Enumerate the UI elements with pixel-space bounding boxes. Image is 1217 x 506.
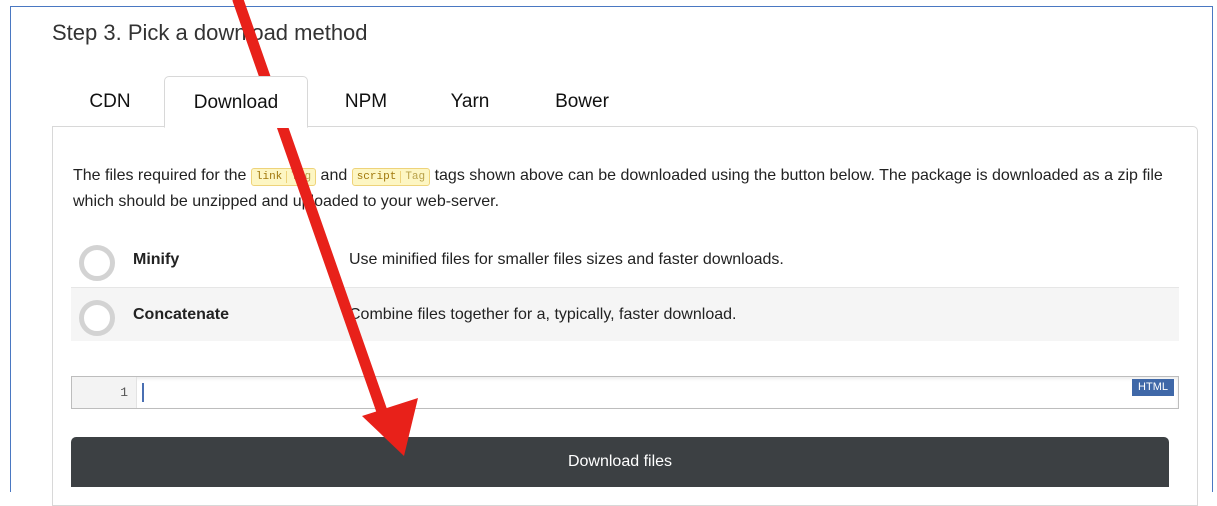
concatenate-toggle[interactable] [79, 300, 115, 336]
link-tag-code: link Tag [250, 168, 317, 186]
option-row-concatenate: Concatenate Combine files together for a… [71, 287, 1179, 341]
download-files-button[interactable]: Download files [71, 437, 1169, 487]
script-tag-name: script [356, 171, 397, 183]
download-method-tabs: CDN Download NPM Yarn Bower [52, 76, 1198, 128]
minify-toggle[interactable] [79, 245, 115, 281]
description-part-1: The files required for the [73, 167, 247, 184]
tab-bower[interactable]: Bower [534, 76, 630, 127]
download-panel: The files required for the link Tag and s… [52, 126, 1198, 506]
link-tag-label: Tag [286, 171, 316, 183]
tab-npm[interactable]: NPM [318, 76, 414, 127]
minify-label: Minify [133, 251, 180, 268]
download-description: The files required for the link Tag and s… [73, 163, 1183, 215]
line-number: 1 [120, 385, 128, 400]
step-title: Step 3. Pick a download method [52, 20, 368, 45]
code-editor[interactable]: 1 HTML [71, 376, 1179, 409]
link-tag-name: link [255, 171, 283, 183]
concatenate-label: Concatenate [133, 306, 230, 323]
language-badge: HTML [1132, 379, 1174, 396]
editor-gutter: 1 [72, 377, 137, 408]
option-row-minify: Minify Use minified files for smaller fi… [71, 233, 1179, 287]
tab-cdn[interactable]: CDN [66, 76, 154, 127]
tab-yarn[interactable]: Yarn [422, 76, 518, 127]
concatenate-description: Combine files together for a, typically,… [349, 306, 737, 323]
description-part-2: and [320, 167, 348, 184]
text-cursor [142, 383, 144, 402]
script-tag-label: Tag [400, 171, 430, 183]
minify-description: Use minified files for smaller files siz… [349, 251, 784, 268]
tab-download[interactable]: Download [164, 76, 308, 128]
script-tag-code: script Tag [351, 168, 431, 186]
